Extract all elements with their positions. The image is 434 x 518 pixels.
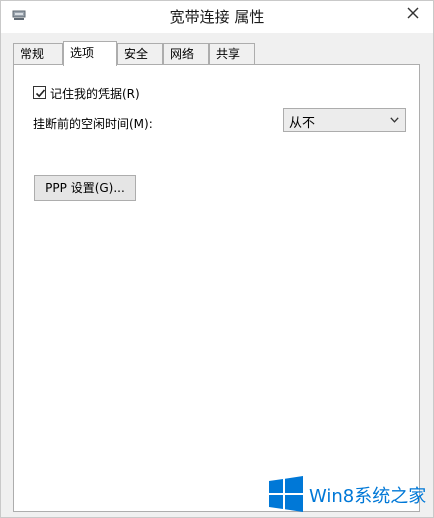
idle-time-label: 挂断前的空闲时间(M):	[33, 117, 153, 131]
tab-options[interactable]: 选项	[63, 41, 117, 66]
tab-general[interactable]: 常规	[13, 43, 63, 64]
ppp-settings-button[interactable]: PPP 设置(G)...	[34, 175, 136, 201]
tab-networking[interactable]: 网络	[163, 43, 209, 64]
tab-label: 网络	[170, 47, 195, 61]
watermark: Win8系统之家	[264, 473, 432, 515]
tab-sharing[interactable]: 共享	[209, 43, 255, 64]
tab-label: 选项	[70, 46, 95, 60]
check-icon	[35, 89, 46, 98]
tab-security[interactable]: 安全	[117, 43, 163, 64]
idle-time-selected-value: 从不	[289, 116, 316, 131]
watermark-text: Win8系统之家	[309, 486, 427, 507]
properties-window: 宽带连接 属性 常规 选项 安全 网络 共享 记住我的凭据(R) 挂断前的空闲时…	[0, 0, 434, 518]
tab-label: 共享	[216, 47, 241, 61]
idle-time-dropdown[interactable]: 从不	[283, 108, 406, 132]
window-title: 宽带连接 属性	[169, 8, 265, 26]
title-bar: 宽带连接 属性	[1, 1, 433, 33]
tab-label: 常规	[20, 47, 45, 61]
close-button[interactable]	[399, 2, 427, 24]
options-panel: 记住我的凭据(R) 挂断前的空闲时间(M): 从不 PPP 设置(G)...	[13, 64, 420, 512]
windows-logo-icon	[269, 476, 303, 512]
remember-credentials-label: 记住我的凭据(R)	[50, 87, 140, 101]
remember-credentials-checkbox[interactable]	[33, 86, 46, 99]
chevron-down-icon	[390, 117, 399, 123]
close-icon	[407, 7, 419, 19]
tab-label: 安全	[124, 47, 149, 61]
